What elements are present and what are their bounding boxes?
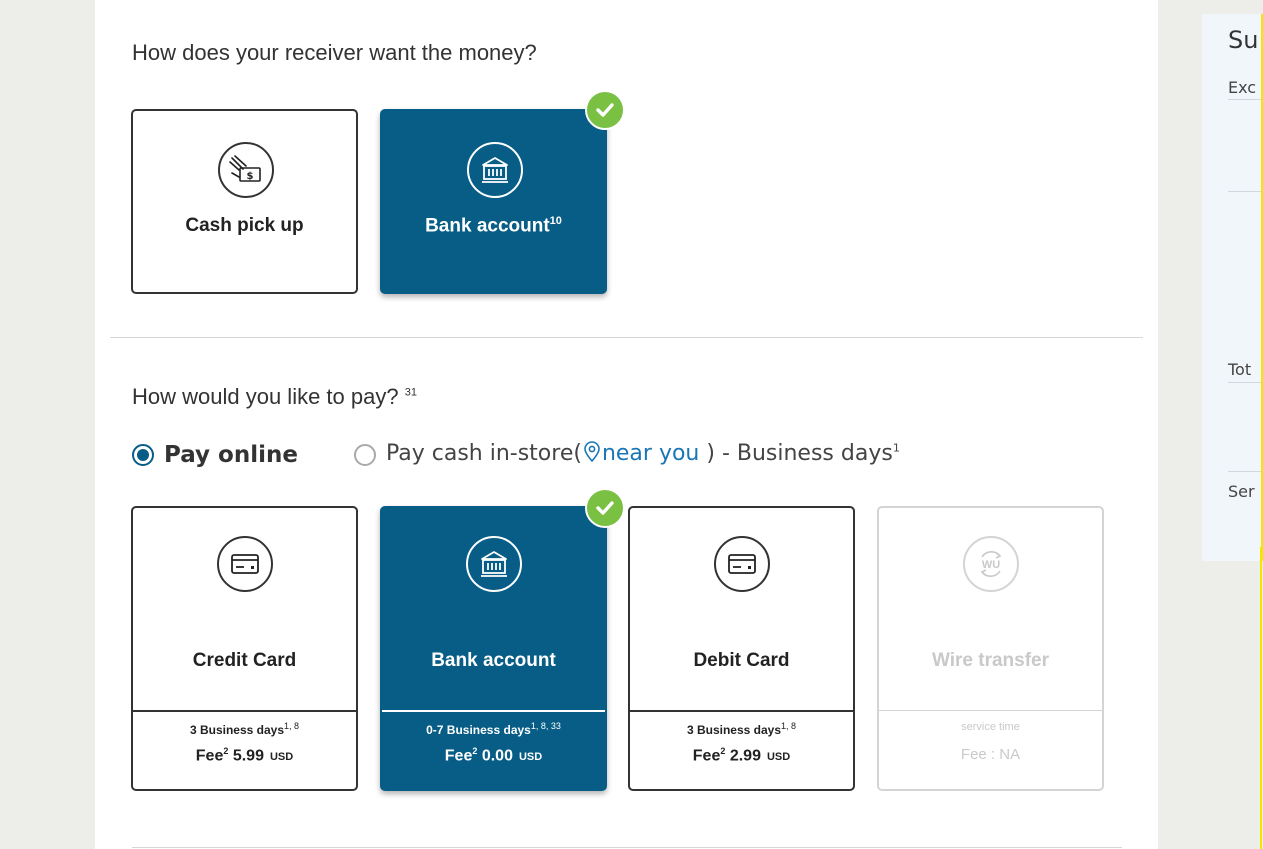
summary-row-total: Tot bbox=[1228, 360, 1252, 379]
pay-method-days: service time bbox=[961, 721, 1020, 733]
selected-check-icon bbox=[585, 90, 625, 130]
summary-divider bbox=[1228, 471, 1263, 472]
credit-card-icon bbox=[217, 536, 273, 592]
svg-text:$: $ bbox=[247, 171, 254, 182]
pay-method-days: 0-7 Business days1, 8, 33 bbox=[426, 721, 561, 737]
card-divider bbox=[630, 710, 853, 712]
pay-method-label: Bank account bbox=[431, 650, 556, 671]
receive-option-label: Bank account10 bbox=[425, 215, 562, 237]
pay-method-credit-card[interactable]: Credit Card 3 Business days1, 8 Fee2 5.9… bbox=[131, 506, 358, 791]
page-edge bbox=[1260, 547, 1262, 849]
bank-icon bbox=[466, 536, 522, 592]
receive-heading: How does your receiver want the money? bbox=[132, 40, 537, 65]
summary-divider bbox=[1228, 99, 1263, 100]
pay-method-label: Credit Card bbox=[192, 650, 297, 671]
radio-unchecked-icon bbox=[353, 444, 376, 466]
section-divider bbox=[110, 337, 1143, 338]
cash-hand-icon: $ bbox=[218, 142, 274, 198]
pay-method-label: Wire transfer bbox=[931, 650, 1050, 671]
card-divider bbox=[879, 710, 1102, 711]
wu-transfer-icon: WU bbox=[963, 536, 1019, 592]
debit-card-icon bbox=[714, 536, 770, 592]
radio-pay-cash-label: Pay cash in-store(near you ) - Business … bbox=[386, 441, 900, 469]
pay-method-fee: Fee2 0.00 USD bbox=[444, 746, 543, 765]
radio-pay-cash-in-store[interactable]: Pay cash in-store(near you ) - Business … bbox=[353, 441, 900, 469]
radio-checked-icon bbox=[132, 444, 154, 466]
pay-method-days: 3 Business days1, 8 bbox=[686, 721, 797, 737]
pay-method-fee: Fee2 5.99 USD bbox=[195, 746, 294, 765]
summary-divider bbox=[1228, 191, 1263, 192]
pay-method-fee: Fee : NA bbox=[960, 746, 1021, 763]
section-divider bbox=[132, 847, 1122, 848]
summary-divider bbox=[1228, 382, 1263, 383]
pay-method-label: Debit Card bbox=[693, 650, 790, 671]
summary-row-service: Ser bbox=[1228, 482, 1255, 501]
location-pin-icon bbox=[582, 441, 602, 469]
pay-method-days: 3 Business days1, 8 bbox=[189, 721, 300, 737]
receive-option-label: Cash pick up bbox=[185, 215, 304, 236]
bank-icon bbox=[467, 142, 523, 198]
pay-type-radio-group: Pay online Pay cash in-store(near you ) … bbox=[132, 438, 900, 472]
summary-title: Su bbox=[1228, 26, 1259, 54]
card-divider bbox=[382, 710, 605, 712]
pay-heading: How would you like to pay? 31 bbox=[132, 384, 417, 409]
near-you-link[interactable]: near you bbox=[582, 441, 699, 466]
radio-pay-online-label: Pay online bbox=[164, 442, 298, 468]
pay-method-wire-transfer: WU Wire transfer service time Fee : NA bbox=[877, 506, 1104, 791]
receive-option-bank-account[interactable]: Bank account10 bbox=[380, 109, 607, 294]
selected-check-icon bbox=[585, 488, 625, 528]
pay-method-fee: Fee2 2.99 USD bbox=[692, 746, 791, 765]
summary-row-exchange: Exc bbox=[1228, 78, 1257, 97]
summary-panel: Su Exc Tot Ser bbox=[1202, 14, 1263, 561]
receive-option-cash-pickup[interactable]: $ Cash pick up bbox=[131, 109, 358, 294]
radio-pay-online[interactable]: Pay online bbox=[132, 442, 298, 468]
pay-method-debit-card[interactable]: Debit Card 3 Business days1, 8 Fee2 2.99… bbox=[628, 506, 855, 791]
pay-method-bank-account[interactable]: Bank account 0-7 Business days1, 8, 33 F… bbox=[380, 506, 607, 791]
card-divider bbox=[133, 710, 356, 712]
svg-text:WU: WU bbox=[982, 559, 1000, 571]
